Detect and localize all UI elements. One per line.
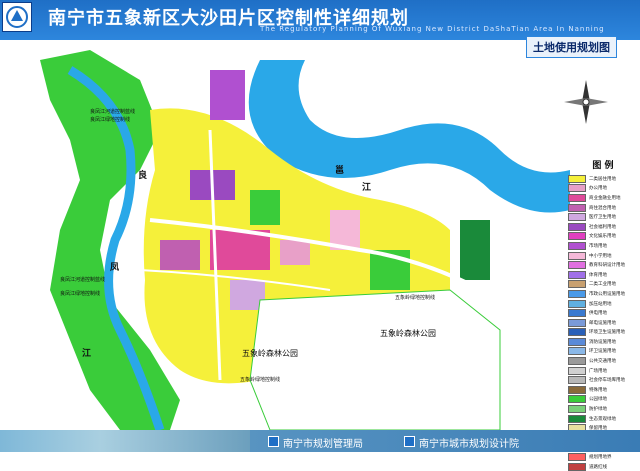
legend-swatch (568, 193, 586, 202)
legend-item: 中小学用地 (568, 251, 638, 261)
control-line-label: 良凤江河道控制蓝线 (90, 109, 136, 115)
title-banner: 南宁市五象新区大沙田片区控制性详细规划 The Regulatory Plann… (0, 0, 640, 40)
park-block (250, 190, 280, 225)
legend-swatch (568, 309, 586, 318)
legend-item: 特殊用地 (568, 385, 638, 395)
eco-green-east (460, 220, 490, 280)
legend-item: 公园绿地 (568, 395, 638, 405)
market-block (210, 70, 245, 120)
logo-icon (2, 2, 32, 32)
legend-swatch (568, 261, 586, 270)
legend-swatch (568, 453, 586, 462)
map-canvas (30, 40, 570, 432)
legend-item: 社会停车场库用地 (568, 375, 638, 385)
river-label: 良 (138, 171, 148, 181)
legend-swatch (568, 280, 586, 289)
legend-item: 教育科研设计用地 (568, 260, 638, 270)
river-label: 凤 (110, 263, 120, 273)
legend-swatch (568, 299, 586, 308)
legend-swatch (568, 203, 586, 212)
legend-item: 文化娱乐用地 (568, 232, 638, 242)
legend-item: 商业金融业用地 (568, 193, 638, 203)
legend-item: 体育用地 (568, 270, 638, 280)
legend-item: 生态景观绿地 (568, 414, 638, 424)
legend-swatch (568, 270, 586, 279)
legend-swatch (568, 251, 586, 260)
legend-swatch (568, 337, 586, 346)
mixed-use-block (160, 240, 200, 270)
legend-swatch (568, 414, 586, 423)
legend: 图 例 二类居住用地 办公用地 商业金融业用地 商住混合用地 医疗卫生用地 社会… (568, 158, 638, 471)
forest-park (249, 289, 501, 431)
city-photo (0, 430, 250, 452)
legend-item: 医疗卫生用地 (568, 212, 638, 222)
legend-item: 商住混合用地 (568, 203, 638, 213)
org-name: 南宁市城市规划设计院 (419, 439, 519, 450)
legend-swatch (568, 241, 586, 250)
legend-item: 市场用地 (568, 241, 638, 251)
org-marker-icon (404, 436, 415, 447)
control-line-label: 良凤江绿地控制线 (60, 291, 101, 297)
control-line-label: 良凤江河道控制蓝线 (60, 277, 106, 283)
legend-item: 二类工业用地 (568, 280, 638, 290)
legend-swatch (568, 395, 586, 404)
legend-item: 广场用地 (568, 366, 638, 376)
legend-swatch (568, 184, 586, 193)
legend-item: 加压站用地 (568, 299, 638, 309)
org-name: 南宁市规划管理局 (283, 439, 363, 450)
control-line-label: 五象岭绿地控制线 (395, 295, 436, 301)
legend-item: 防护绿地 (568, 404, 638, 414)
legend-item: 市政公用设施用地 (568, 289, 638, 299)
legend-swatch (568, 232, 586, 241)
legend-swatch (568, 405, 586, 414)
park-label: 五象岭森林公园 (242, 349, 298, 358)
legend-item: 邮电设施用地 (568, 318, 638, 328)
footer-banner: 南宁市规划管理局 南宁市城市规划设计院 (0, 430, 640, 452)
legend-swatch (568, 318, 586, 327)
compass-icon (562, 78, 610, 126)
legend-swatch (568, 174, 586, 183)
page-subtitle: The Regulatory Planning Of Wuxiang New D… (260, 25, 605, 33)
legend-item: 消防设施用地 (568, 337, 638, 347)
legend-item: 环境卫生设施用地 (568, 328, 638, 338)
legend-item: 环卫设施用地 (568, 347, 638, 357)
legend-item: 公共交通用地 (568, 356, 638, 366)
legend-swatch (568, 222, 586, 231)
legend-swatch (568, 366, 586, 375)
legend-swatch (568, 357, 586, 366)
commercial-block (210, 230, 270, 270)
legend-swatch (568, 347, 586, 356)
river-label: 邕 (335, 166, 345, 176)
legend-title: 图 例 (592, 161, 614, 171)
river-label: 江 (362, 183, 372, 193)
legend-swatch (568, 376, 586, 385)
river-label: 江 (82, 349, 92, 359)
legend-swatch (568, 289, 586, 298)
park-label: 五象岭森林公园 (380, 329, 436, 338)
legend-item: 办公用地 (568, 184, 638, 194)
org-marker-icon (268, 436, 279, 447)
legend-item: 道路红线 (568, 462, 638, 471)
legend-swatch (568, 385, 586, 394)
land-use-map[interactable]: 邕 江 良 凤 江 五象岭森林公园 五象岭森林公园 良凤江河道控制蓝线 良凤江绿… (30, 40, 570, 432)
legend-swatch (568, 462, 586, 471)
legend-item: 供电用地 (568, 308, 638, 318)
office-block (280, 240, 310, 265)
legend-swatch (568, 213, 586, 222)
sheet-title: 土地使用规划图 (526, 36, 617, 58)
legend-item: 社会福利用地 (568, 222, 638, 232)
control-line-label: 五象岭绿地控制线 (240, 377, 281, 383)
legend-swatch (568, 328, 586, 337)
legend-item: 规划用地界 (568, 452, 638, 462)
control-line-label: 良凤江绿地控制线 (90, 117, 131, 123)
legend-item: 二类居住用地 (568, 174, 638, 184)
